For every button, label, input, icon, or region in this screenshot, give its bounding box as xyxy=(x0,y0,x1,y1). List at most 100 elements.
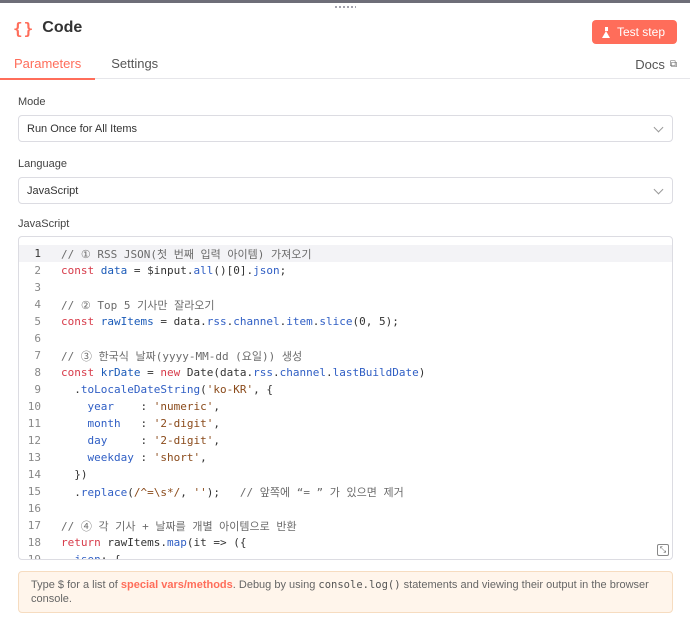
code-token: , xyxy=(200,451,207,464)
code-line[interactable]: 13 weekday : 'short', xyxy=(19,449,672,466)
code-token: lastBuildDate xyxy=(332,366,419,379)
tab-bar: Parameters Settings xyxy=(0,50,690,80)
line-number: 11 xyxy=(27,417,41,430)
code-token: channel xyxy=(233,315,280,328)
code-line[interactable]: 11 month : '2-digit', xyxy=(19,415,672,432)
code-hint-notice: Type $ for a list of special vars/method… xyxy=(18,571,673,613)
code-token: . xyxy=(325,366,333,379)
code-line[interactable]: 9 .toLocaleDateString('ko-KR', { xyxy=(19,381,672,398)
code-line[interactable]: 6 xyxy=(19,330,672,347)
code-token: toLocaleDateString xyxy=(80,383,201,396)
code-token: channel xyxy=(279,366,326,379)
code-token: '' xyxy=(193,485,207,499)
code-token: rss xyxy=(206,315,227,328)
code-token: slice xyxy=(319,315,353,328)
test-step-button[interactable]: Test step xyxy=(591,20,677,44)
code-line[interactable]: 3 xyxy=(19,279,672,296)
code-token: // ③ 한국식 날짜(yyyy-MM-dd (요일)) 생성 xyxy=(61,349,303,363)
tab-settings[interactable]: Settings xyxy=(110,50,159,79)
hint-middle: . Debug by using xyxy=(232,579,319,591)
code-token: . xyxy=(61,383,81,396)
code-line[interactable]: 2 const data = $input.all()[0].json; xyxy=(19,262,672,279)
code-line[interactable]: 19 json: { xyxy=(19,551,672,559)
code-line[interactable]: 4 // ② Top 5 기사만 잘라오기 xyxy=(19,296,672,313)
code-line[interactable]: 14 }) xyxy=(19,466,672,483)
code-editor[interactable]: 1 // ① RSS JSON(첫 번째 입력 아이템) 가져오기 2 const d… xyxy=(18,236,673,560)
line-number: 2 xyxy=(34,264,41,277)
code-node-panel: {} Code Test step Parameters Settings Do… xyxy=(0,0,690,628)
code-text: year : 'numeric', xyxy=(61,400,220,413)
code-text: .toLocaleDateString('ko-KR', { xyxy=(61,383,273,396)
line-number: 17 xyxy=(27,519,41,532)
code-token: }) xyxy=(61,468,88,481)
chevron-down-icon xyxy=(653,122,664,133)
code-token: : xyxy=(114,400,154,413)
code-line[interactable]: 12 day : '2-digit', xyxy=(19,432,672,449)
code-text: const krDate = new Date(data.rss.channel… xyxy=(61,366,425,379)
code-token: , xyxy=(213,434,220,447)
code-line[interactable]: 16 xyxy=(19,500,672,517)
language-select[interactable]: JavaScript xyxy=(18,177,673,204)
code-token: Date(data. xyxy=(186,366,254,379)
code-text: json: { xyxy=(61,553,120,559)
code-text: }) xyxy=(61,468,88,481)
code-token: , xyxy=(213,417,220,430)
code-token: // ① RSS JSON(첫 번째 입력 아이템) 가져오기 xyxy=(61,247,312,261)
tab-parameters[interactable]: Parameters xyxy=(0,50,96,80)
line-number: 5 xyxy=(34,315,41,328)
line-number: 1 xyxy=(34,247,41,260)
code-line[interactable]: 18 return rawItems.map(it => ({ xyxy=(19,534,672,551)
line-number: 8 xyxy=(34,366,41,379)
code-text: weekday : 'short', xyxy=(61,451,207,464)
expand-editor-icon[interactable]: ⤡ xyxy=(657,544,669,556)
code-token: weekday xyxy=(87,451,134,464)
code-token: . xyxy=(272,366,280,379)
code-token: json xyxy=(253,264,280,277)
code-token: '2-digit' xyxy=(153,434,214,447)
mode-select[interactable]: Run Once for All Items xyxy=(18,115,673,142)
code-token: const xyxy=(61,315,101,328)
language-label: Language xyxy=(18,158,67,170)
code-line[interactable]: 7 // ③ 한국식 날짜(yyyy-MM-dd (요일)) 생성 xyxy=(19,347,672,364)
code-token: , xyxy=(213,400,220,413)
code-token: const xyxy=(61,366,101,379)
docs-link[interactable]: Docs ⧉ xyxy=(635,57,677,72)
code-token: ( xyxy=(127,485,134,499)
code-line[interactable]: 1 // ① RSS JSON(첫 번째 입력 아이템) 가져오기 xyxy=(19,245,672,262)
code-braces-icon: {} xyxy=(13,18,35,38)
code-token: return xyxy=(61,536,108,549)
code-line[interactable]: 8 const krDate = new Date(data.rss.channe… xyxy=(19,364,672,381)
code-token: data xyxy=(100,264,128,277)
line-number: 12 xyxy=(27,434,41,447)
line-number: 16 xyxy=(27,502,41,515)
code-text: day : '2-digit', xyxy=(61,434,220,447)
docs-label: Docs xyxy=(635,57,665,72)
code-token: ) xyxy=(418,366,426,379)
code-text: const rawItems = data.rss.channel.item.s… xyxy=(61,315,399,328)
line-number: 6 xyxy=(34,332,41,345)
code-text: // ① RSS JSON(첫 번째 입력 아이템) 가져오기 xyxy=(61,246,312,262)
code-token: const xyxy=(61,264,101,277)
code-text: month : '2-digit', xyxy=(61,417,220,430)
code-line[interactable]: 10 year : 'numeric', xyxy=(19,398,672,415)
code-token: 'numeric' xyxy=(153,400,214,413)
code-token: month xyxy=(87,417,121,430)
code-token: : xyxy=(133,451,154,464)
code-token: : xyxy=(120,417,154,430)
special-vars-link[interactable]: special vars/methods xyxy=(121,579,233,591)
code-line[interactable]: 15 .replace(/^=\s*/, ''); // 앞쪽에 “= ” 가 … xyxy=(19,483,672,500)
code-token: ( xyxy=(200,383,207,396)
code-lines: 1 // ① RSS JSON(첫 번째 입력 아이템) 가져오기 2 const d… xyxy=(19,245,672,559)
code-token: day xyxy=(87,434,108,447)
code-line[interactable]: 5 const rawItems = data.rss.channel.item.… xyxy=(19,313,672,330)
code-token: (it => ({ xyxy=(186,536,247,549)
hint-prefix: Type $ for a list of xyxy=(31,579,121,591)
code-token: // ② Top 5 기사만 잘라오기 xyxy=(61,298,215,312)
test-step-label: Test step xyxy=(616,25,665,39)
code-line[interactable]: 17 // ④ 각 기사 + 날짜를 개별 아이템으로 반환 xyxy=(19,517,672,534)
node-title[interactable]: Code xyxy=(42,19,82,37)
